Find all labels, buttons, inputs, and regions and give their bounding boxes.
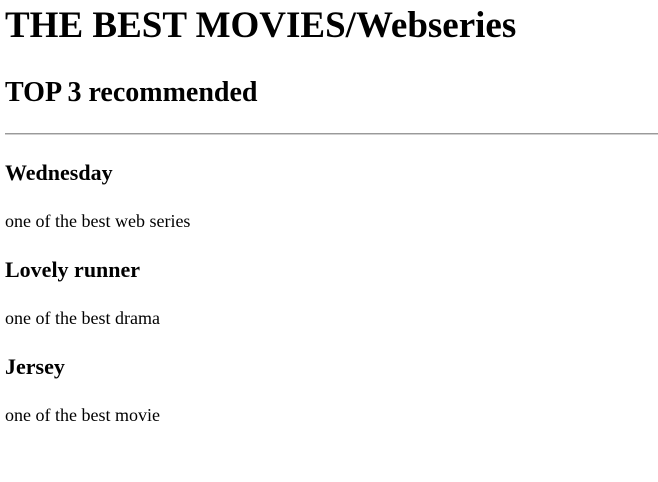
- page-subtitle: TOP 3 recommended: [5, 77, 258, 108]
- page: THE BEST MOVIES/Webseries TOP 3 recommen…: [0, 0, 658, 482]
- item-title-lovely-runner: Lovely runner: [5, 257, 141, 282]
- item-title-wednesday: Wednesday: [5, 160, 113, 185]
- item-description-jersey: one of the best movie: [5, 405, 160, 425]
- divider: [5, 133, 658, 135]
- page-title: THE BEST MOVIES/Webseries: [5, 5, 517, 46]
- item-description-lovely-runner: one of the best drama: [5, 308, 160, 328]
- item-title-jersey: Jersey: [5, 354, 65, 379]
- item-description-wednesday: one of the best web series: [5, 211, 191, 231]
